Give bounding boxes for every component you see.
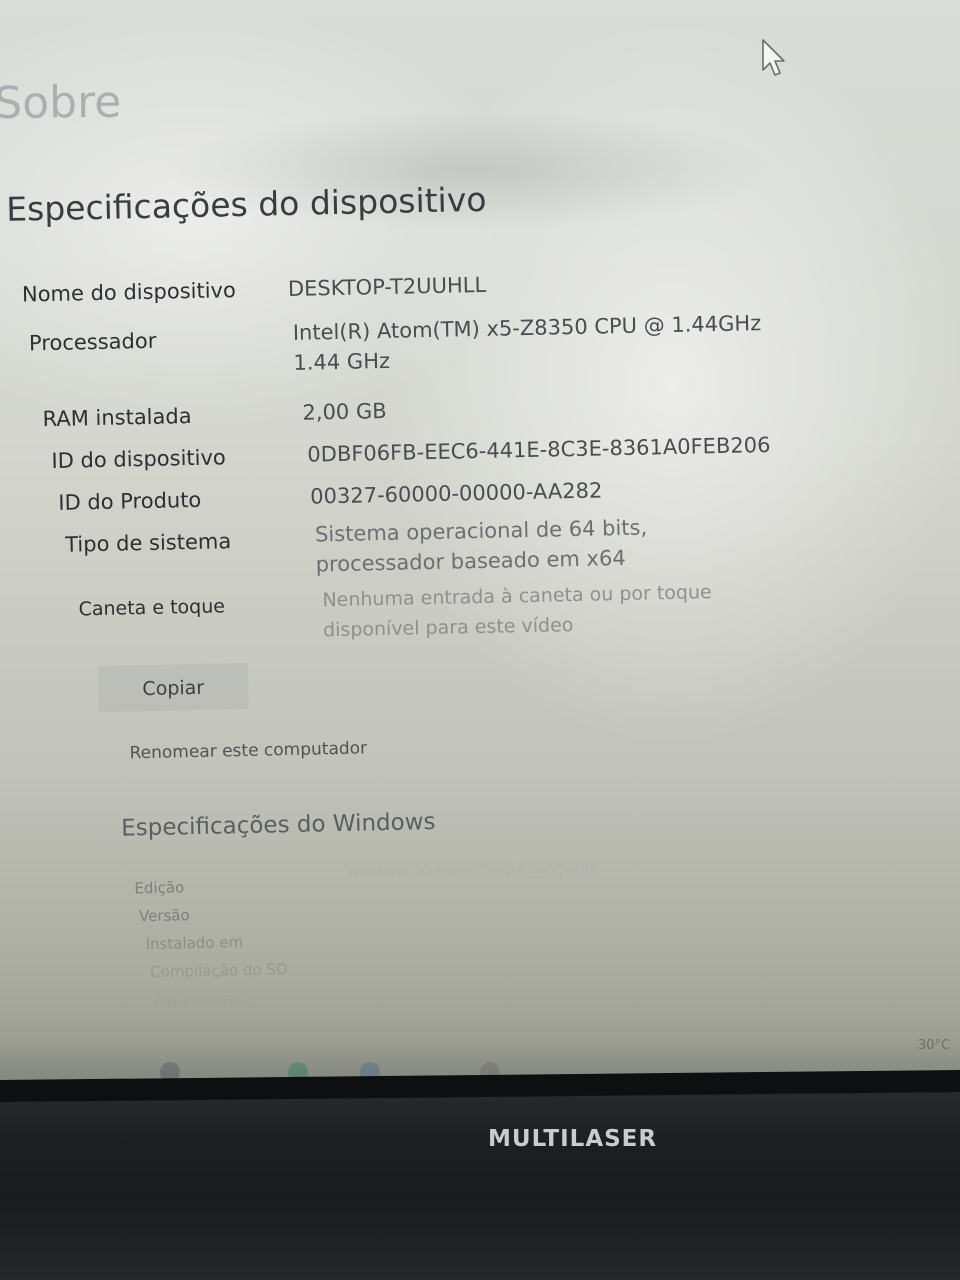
spec-value: 2,00 GB	[302, 398, 387, 425]
windows-spec-label: Versão	[138, 906, 190, 926]
spec-label: Caneta e toque	[78, 595, 226, 621]
spec-value: Sistema operacional de 64 bits, processa…	[314, 515, 648, 577]
spec-label: Nome do dispositivo	[21, 278, 237, 307]
spec-value: 00327-60000-00000-AA282	[310, 478, 603, 509]
spec-label: ID do Produto	[58, 487, 202, 515]
spec-label: Processador	[28, 328, 157, 356]
spec-value: 0DBF06FB-EEC6-441E-8C3E-8361A0FEB206	[307, 432, 771, 467]
spec-label: ID do dispositivo	[51, 445, 226, 473]
settings-content: Especificações do dispositivo Nome do di…	[0, 0, 960, 1095]
keyboard-strip	[0, 1200, 960, 1280]
spec-label: Tipo de sistema	[64, 529, 232, 557]
brand-logo: MULTILASER	[488, 1126, 658, 1152]
windows-spec-label: Experiência	[154, 989, 243, 1009]
spec-value: Nenhuma entrada à caneta ou por toque di…	[322, 581, 712, 642]
screen: Sobre Especificações do dispositivo Nome…	[0, 0, 960, 1095]
rename-computer-link[interactable]: Renomear este computador	[129, 738, 367, 763]
windows-spec-label: Instalado em	[145, 933, 244, 954]
windows-spec-label: Compilação do SO	[150, 960, 288, 982]
windows-edition-value: Windows 10 Home Single Language	[346, 859, 598, 881]
device-specs-title: Especificações do dispositivo	[5, 179, 487, 229]
spec-value: DESKTOP-T2UUHLL	[287, 272, 487, 301]
windows-spec-label: Edição	[134, 878, 185, 898]
spec-label: RAM instalada	[42, 404, 192, 432]
weather-temperature[interactable]: 30°C	[918, 1038, 950, 1053]
spec-value: Intel(R) Atom(TM) x5-Z8350 CPU @ 1.44GHz…	[292, 311, 762, 375]
copy-button[interactable]: Copiar	[97, 662, 249, 713]
windows-specs-title: Especificações do Windows	[120, 809, 436, 842]
